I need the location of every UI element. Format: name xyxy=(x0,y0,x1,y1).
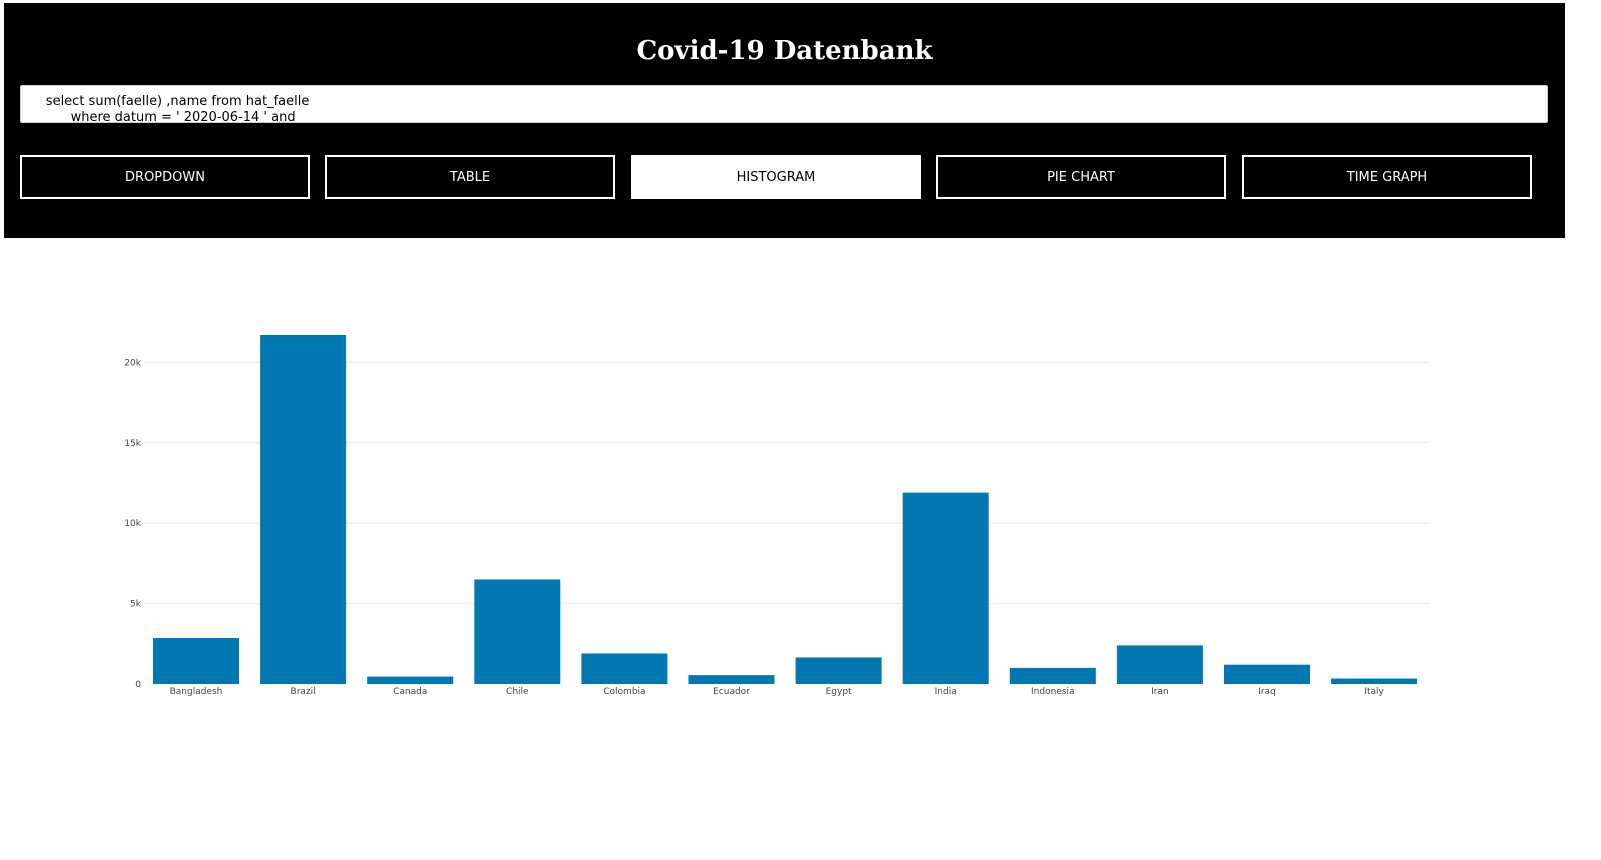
bar-chile[interactable] xyxy=(474,579,561,684)
bar-indonesia[interactable] xyxy=(1009,667,1096,684)
bar-canada[interactable] xyxy=(367,676,454,684)
y-tick-label: 15k xyxy=(124,439,141,449)
bars xyxy=(153,335,1418,684)
x-tick-label: Italy xyxy=(1364,687,1384,697)
tab-table[interactable]: TABLE xyxy=(325,155,615,199)
y-tick-label: 0 xyxy=(135,680,141,690)
x-tick-label: Egypt xyxy=(826,687,852,697)
histogram-chart: 0 5k 10k 15k 20k Bangladesh Brazil Canada Chile… xyxy=(124,335,1430,697)
x-tick-label: Ecuador xyxy=(713,687,750,697)
bar-italy[interactable] xyxy=(1331,678,1418,684)
bar-ecuador[interactable] xyxy=(688,675,775,684)
bar-colombia[interactable] xyxy=(581,653,668,684)
x-tick-label: India xyxy=(935,687,957,697)
bar-iran[interactable] xyxy=(1116,645,1203,684)
tab-pie-chart[interactable]: PIE CHART xyxy=(936,155,1226,199)
x-tick-label: Bangladesh xyxy=(170,687,223,697)
x-tick-label: Iran xyxy=(1151,687,1169,697)
bar-brazil[interactable] xyxy=(260,335,347,684)
tab-histogram[interactable]: HISTOGRAM xyxy=(631,155,921,199)
x-tick-label: Iraq xyxy=(1258,687,1276,697)
page-title: Covid-19 Datenbank xyxy=(636,36,933,66)
y-tick-label: 20k xyxy=(124,358,141,368)
bar-bangladesh[interactable] xyxy=(153,638,239,684)
bar-india[interactable] xyxy=(902,492,989,684)
header-bar: Covid-19 Datenbank DROPDOWN TABLE HISTOG… xyxy=(4,3,1565,238)
tab-time-graph[interactable]: TIME GRAPH xyxy=(1242,155,1532,199)
sql-query-input[interactable] xyxy=(20,85,1548,123)
x-tick-label: Brazil xyxy=(291,687,316,697)
y-tick-label: 5k xyxy=(130,600,142,610)
bar-egypt[interactable] xyxy=(795,657,882,684)
y-tick-label: 10k xyxy=(124,519,141,529)
x-tick-label: Colombia xyxy=(603,687,645,697)
y-axis: 0 5k 10k 15k 20k xyxy=(124,358,141,690)
bar-iraq[interactable] xyxy=(1224,664,1310,684)
x-axis: Bangladesh Brazil Canada Chile Colombia Ecuad… xyxy=(170,687,1385,697)
tab-dropdown[interactable]: DROPDOWN xyxy=(20,155,310,199)
x-tick-label: Canada xyxy=(393,687,427,697)
x-tick-label: Chile xyxy=(506,687,529,697)
x-tick-label: Indonesia xyxy=(1031,687,1075,697)
